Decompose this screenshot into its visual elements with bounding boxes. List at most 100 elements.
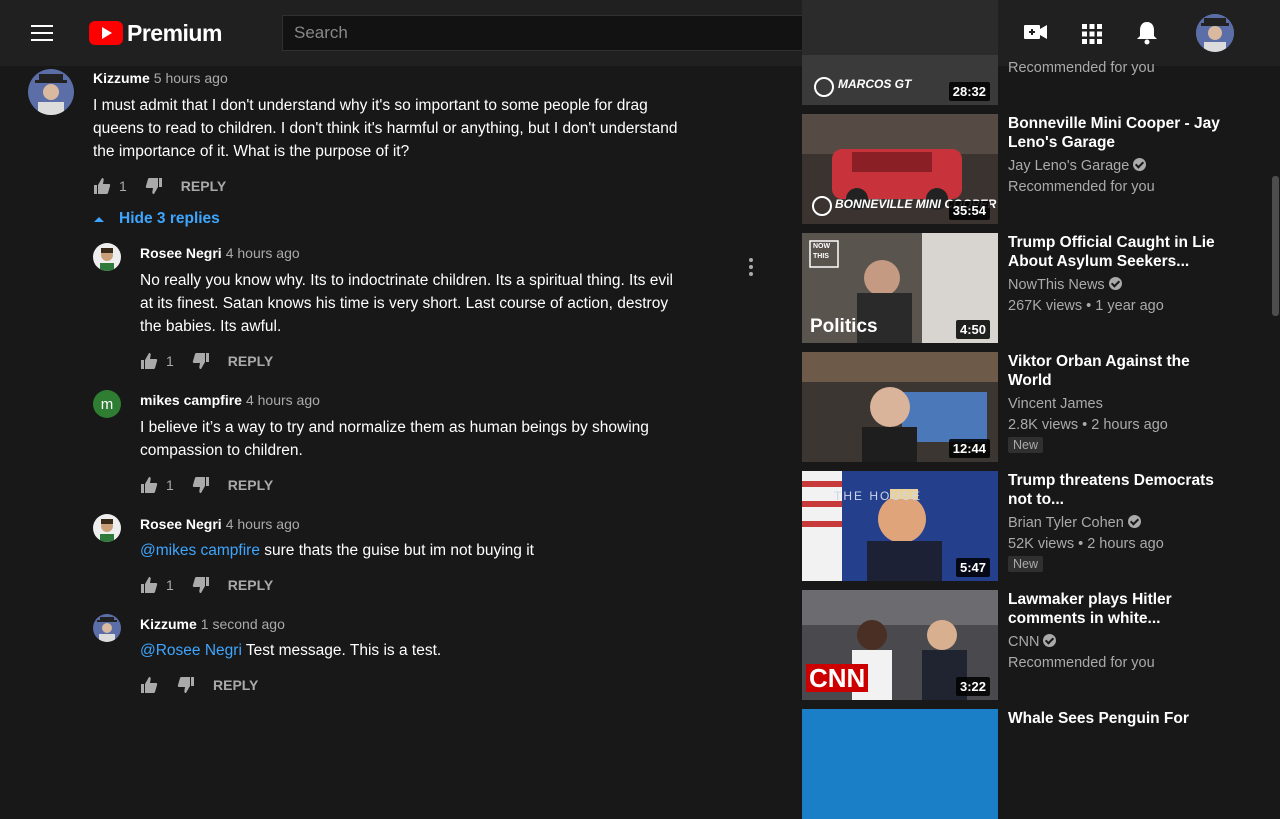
comment-actions: 1 REPLY [140,476,273,494]
comment-time[interactable]: 4 hours ago [226,516,300,532]
reply-button[interactable]: REPLY [228,353,273,369]
dislike-icon[interactable] [192,576,210,594]
reply-header: Kizzume 1 second ago [140,616,285,634]
video-card[interactable]: Whale Sees Penguin For [802,709,1272,819]
hide-replies-button[interactable]: Hide 3 replies [93,210,220,228]
video-meta: 52K views • 2 hours ago [1008,536,1164,552]
video-channel[interactable]: Vincent James [1008,394,1103,415]
comment-line: the importance of it. What is the purpos… [93,143,410,160]
reply-button[interactable]: REPLY [228,477,273,493]
video-title[interactable]: Lawmaker plays Hitler comments in white.… [1008,590,1228,628]
thumbnail-text: CNN [806,664,869,692]
like-count: 1 [166,353,174,369]
like-icon[interactable] [140,476,158,494]
comment-line: sure thats the guise but im not buying i… [259,542,534,559]
verified-icon [1133,158,1147,171]
channel-name[interactable]: CNN [1008,634,1039,650]
comment-actions: REPLY [140,676,258,694]
video-channel[interactable]: Brian Tyler Cohen [1008,513,1141,534]
comment-avatar[interactable] [28,69,74,115]
reply-avatar[interactable]: m [93,390,121,418]
video-title[interactable]: Trump Official Caught in Lie About Asylu… [1008,233,1228,271]
video-thumbnail[interactable]: CNN 3:22 [802,590,998,700]
mention-link[interactable]: @Rosee Negri [140,642,242,659]
search-input[interactable] [283,16,865,50]
comment-line: No really you know why. Its to indoctrin… [140,272,673,289]
dislike-icon[interactable] [145,177,163,195]
scrollbar-thumb[interactable] [1272,176,1279,316]
dislike-icon[interactable] [192,476,210,494]
channel-name[interactable]: NowThis News [1008,277,1105,293]
thumbnail-text: Politics [810,316,878,337]
video-card[interactable]: THE HOUSE 5:47 Trump threatens Democrats… [802,471,1272,581]
video-card[interactable]: CNN 3:22 Lawmaker plays Hitler comments … [802,590,1272,700]
video-title[interactable]: Bonneville Mini Cooper - Jay Leno's Gara… [1008,114,1228,152]
like-count: 1 [166,577,174,593]
menu-icon[interactable] [31,25,53,41]
video-thumbnail[interactable]: BONNEVILLE MINI COOPER 35:54 [802,114,998,224]
mention-link[interactable]: @mikes campfire [140,542,260,559]
video-title[interactable]: Trump threatens Democrats not to... [1008,471,1228,509]
channel-name[interactable]: Jay Leno's Garage [1008,158,1129,174]
comment-time[interactable]: 1 second ago [201,616,285,632]
video-meta: 2.8K views • 2 hours ago [1008,417,1168,433]
comment-line: queens to read to children. I don't thin… [93,120,678,137]
dislike-icon[interactable] [177,676,195,694]
video-card[interactable]: MARCOS GT 28:32 Recommended for you [802,0,1272,105]
like-count: 1 [166,477,174,493]
more-options-icon[interactable] [748,257,754,277]
reply-button[interactable]: REPLY [213,677,258,693]
comment-time[interactable]: 5 hours ago [154,70,228,86]
comment-author[interactable]: Rosee Negri [140,245,222,261]
reply-avatar[interactable] [93,614,121,642]
comment-time[interactable]: 4 hours ago [246,392,320,408]
reply-avatar[interactable] [93,243,121,271]
video-thumbnail[interactable]: NOW THIS Politics 4:50 [802,233,998,343]
video-duration: 28:32 [948,82,990,101]
new-badge: New [1008,556,1044,572]
video-meta: 267K views • 1 year ago [1008,298,1164,314]
search-box [282,15,866,51]
video-title[interactable]: Viktor Orban Against the World [1008,352,1228,390]
chevron-up-icon [94,217,104,222]
page-scrollbar[interactable] [1270,66,1280,720]
comment-time[interactable]: 4 hours ago [226,245,300,261]
video-card[interactable]: 12:44 Viktor Orban Against the World Vin… [802,352,1272,462]
youtube-logo-icon [89,21,123,45]
video-title[interactable]: Whale Sees Penguin For [1008,709,1228,728]
reply-button[interactable]: REPLY [228,577,273,593]
video-thumbnail[interactable]: THE HOUSE 5:47 [802,471,998,581]
comment-line: I must admit that I don't understand why… [93,97,648,114]
like-icon[interactable] [140,576,158,594]
video-meta: Recommended for you [1008,179,1155,195]
comment-line: compassion to children. [140,442,303,459]
video-channel[interactable]: CNN [1008,632,1057,653]
thumbnail-text: MARCOS GT [838,77,912,91]
video-thumbnail[interactable] [802,709,998,819]
reply-header: Rosee Negri 4 hours ago [140,245,300,263]
youtube-premium-logo[interactable]: Premium [89,20,222,46]
logo-text: Premium [127,19,222,46]
video-thumbnail[interactable]: 12:44 [802,352,998,462]
thumbnail-badge: NOW THIS [813,243,831,260]
video-duration: 35:54 [948,201,990,220]
video-channel[interactable]: Jay Leno's Garage [1008,156,1147,177]
channel-name[interactable]: Brian Tyler Cohen [1008,515,1124,531]
comment-author[interactable]: mikes campfire [140,392,242,408]
like-icon[interactable] [140,676,158,694]
like-icon[interactable] [140,352,158,370]
video-card[interactable]: BONNEVILLE MINI COOPER 35:54 Bonneville … [802,114,1272,224]
comment-author[interactable]: Kizzume [93,70,150,86]
like-icon[interactable] [93,177,111,195]
verified-icon [1108,277,1122,290]
comment-author[interactable]: Rosee Negri [140,516,222,532]
reply-avatar[interactable] [93,514,121,542]
video-card[interactable]: NOW THIS Politics 4:50 Trump Official Ca… [802,233,1272,343]
video-thumbnail[interactable]: MARCOS GT 28:32 [802,0,998,105]
reply-button[interactable]: REPLY [181,178,226,194]
comment-text: No really you know why. Its to indoctrin… [140,269,740,338]
dislike-icon[interactable] [192,352,210,370]
comment-author[interactable]: Kizzume [140,616,197,632]
comments-section: Kizzume 5 hours ago I must admit that I d… [0,66,790,720]
video-channel[interactable]: NowThis News [1008,275,1122,296]
